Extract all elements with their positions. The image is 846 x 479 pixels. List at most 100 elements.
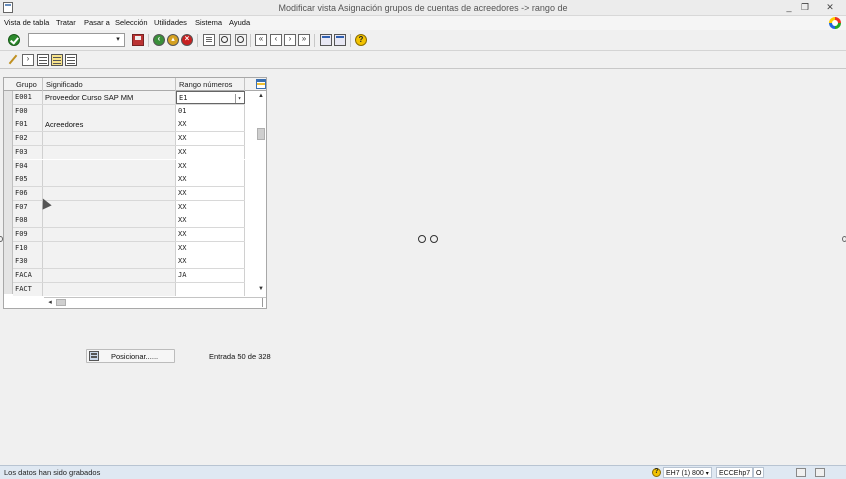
rango-value: E1 [179, 94, 188, 102]
cancel-icon[interactable] [181, 34, 193, 46]
previous-page-icon[interactable] [270, 34, 282, 46]
table-row[interactable]: E001 Proveedor Curso SAP MM E1 ▾ [13, 91, 245, 105]
table-row[interactable]: FACA JA [13, 269, 245, 283]
exit-icon[interactable] [167, 34, 179, 46]
cell-grupo: F02 [13, 132, 43, 146]
close-button[interactable]: ✕ [822, 1, 838, 14]
menu-tratar[interactable]: Tratar [56, 18, 76, 27]
status-layout-icon[interactable] [815, 468, 825, 477]
rango-input[interactable]: E1 ▾ [176, 91, 245, 104]
help-icon[interactable] [355, 34, 367, 46]
column-header-rango-numeros[interactable]: Rango números [176, 78, 245, 91]
minimize-button[interactable]: _ [781, 1, 797, 14]
entry-counter: Entrada 50 de 328 [209, 352, 271, 361]
menu-pasar-a[interactable]: Pasar a [84, 18, 110, 27]
status-lock-icon[interactable] [796, 468, 806, 477]
menu-sistema[interactable]: Sistema [195, 18, 222, 27]
system-info-dropdown-icon[interactable]: ▾ [706, 471, 709, 477]
table-row[interactable]: F09 XX [13, 228, 245, 242]
find-next-icon[interactable] [235, 34, 247, 46]
rango-dropdown-icon[interactable]: ▾ [235, 94, 243, 103]
application-toolbar [0, 51, 846, 69]
menu-ayuda[interactable]: Ayuda [229, 18, 250, 27]
menu-utilidades[interactable]: Utilidades [154, 18, 187, 27]
splitter-handle-right[interactable] [842, 236, 846, 242]
table-settings-icon[interactable] [256, 79, 266, 89]
rango-input[interactable]: XX [176, 186, 245, 200]
cell-significado [43, 200, 176, 214]
table-row[interactable]: F30 XX [13, 255, 245, 270]
loading-indicator-icon [430, 235, 438, 243]
new-session-icon[interactable] [320, 34, 332, 46]
table-row[interactable]: F04 XX [13, 159, 245, 174]
rango-input[interactable]: XX [176, 200, 245, 214]
first-page-icon[interactable] [255, 34, 267, 46]
position-button[interactable]: Posicionar...... [86, 349, 175, 363]
window-title: Modificar vista Asignación grupos de cue… [278, 3, 568, 13]
enter-check-icon[interactable] [8, 34, 20, 46]
scroll-left-icon[interactable]: ◂ [46, 298, 54, 307]
command-field[interactable]: ▾ [28, 33, 125, 47]
table-row[interactable]: F10 XX [13, 241, 245, 256]
scroll-right-end[interactable] [262, 298, 266, 307]
rango-input[interactable]: 01 [176, 104, 245, 118]
table-row[interactable]: FACT [13, 282, 245, 297]
rango-input[interactable]: XX [176, 145, 245, 159]
vertical-scroll-thumb[interactable] [257, 128, 265, 140]
other-view-icon[interactable] [22, 54, 34, 66]
cell-grupo: F06 [13, 186, 43, 200]
sap-logo-icon [829, 17, 841, 29]
table-row[interactable]: F08 XX [13, 214, 245, 228]
cell-significado [43, 132, 176, 146]
rango-input[interactable]: XX [176, 118, 245, 132]
horizontal-scrollbar[interactable]: ◂ [44, 297, 266, 307]
back-icon[interactable] [153, 34, 165, 46]
toolbar-separator [314, 34, 315, 47]
status-help-icon[interactable] [652, 468, 661, 477]
scroll-up-icon[interactable]: ▲ [256, 92, 266, 101]
table-header: Grupo Significado Rango números [4, 78, 266, 91]
rango-input[interactable]: XX [176, 159, 245, 173]
rango-input[interactable]: XX [176, 228, 245, 241]
menu-vista-de-tabla[interactable]: Vista de tabla [4, 18, 49, 27]
restore-button[interactable]: ❐ [797, 1, 813, 14]
table-row[interactable]: F03 XX [13, 145, 245, 160]
rango-input[interactable]: JA [176, 269, 245, 283]
select-block-icon[interactable] [51, 54, 63, 66]
table-row[interactable]: F02 XX [13, 132, 245, 146]
table-row[interactable]: F01 Acreedores XX [13, 118, 245, 133]
cell-significado [43, 104, 176, 118]
rango-input[interactable]: XX [176, 255, 245, 269]
table-row[interactable]: F00 01 [13, 104, 245, 119]
column-header-significado[interactable]: Significado [43, 78, 176, 91]
vertical-scrollbar[interactable]: ▲ ▼ [256, 91, 266, 294]
next-page-icon[interactable] [284, 34, 296, 46]
cell-significado [43, 282, 176, 296]
find-icon[interactable] [219, 34, 231, 46]
position-icon [89, 351, 99, 361]
display-change-icon[interactable] [8, 54, 20, 66]
command-dropdown-icon[interactable]: ▾ [113, 35, 123, 45]
rango-input[interactable]: XX [176, 132, 245, 146]
shortcut-icon[interactable] [334, 34, 346, 46]
print-icon[interactable] [203, 34, 215, 46]
rango-input[interactable]: XX [176, 241, 245, 255]
deselect-all-icon[interactable] [65, 54, 77, 66]
horizontal-scroll-thumb[interactable] [56, 299, 66, 306]
column-header-grupo[interactable]: Grupo [13, 78, 43, 91]
select-all-icon[interactable] [37, 54, 49, 66]
rango-input[interactable]: XX [176, 214, 245, 228]
scroll-down-icon[interactable]: ▼ [256, 285, 266, 294]
system-info-field[interactable]: EH7 (1) 800 ▾ [663, 467, 712, 478]
table-row[interactable]: F05 XX [13, 173, 245, 187]
cell-grupo: F10 [13, 241, 43, 255]
input-mode-field[interactable]: O [753, 467, 765, 478]
rango-input[interactable] [176, 282, 245, 296]
menu-seleccion[interactable]: Selección [115, 18, 148, 27]
cell-grupo: F01 [13, 118, 43, 132]
row-selector-column[interactable] [4, 91, 13, 294]
rango-input[interactable]: XX [176, 173, 245, 187]
cell-significado [43, 159, 176, 173]
last-page-icon[interactable] [298, 34, 310, 46]
save-icon[interactable] [132, 34, 144, 46]
